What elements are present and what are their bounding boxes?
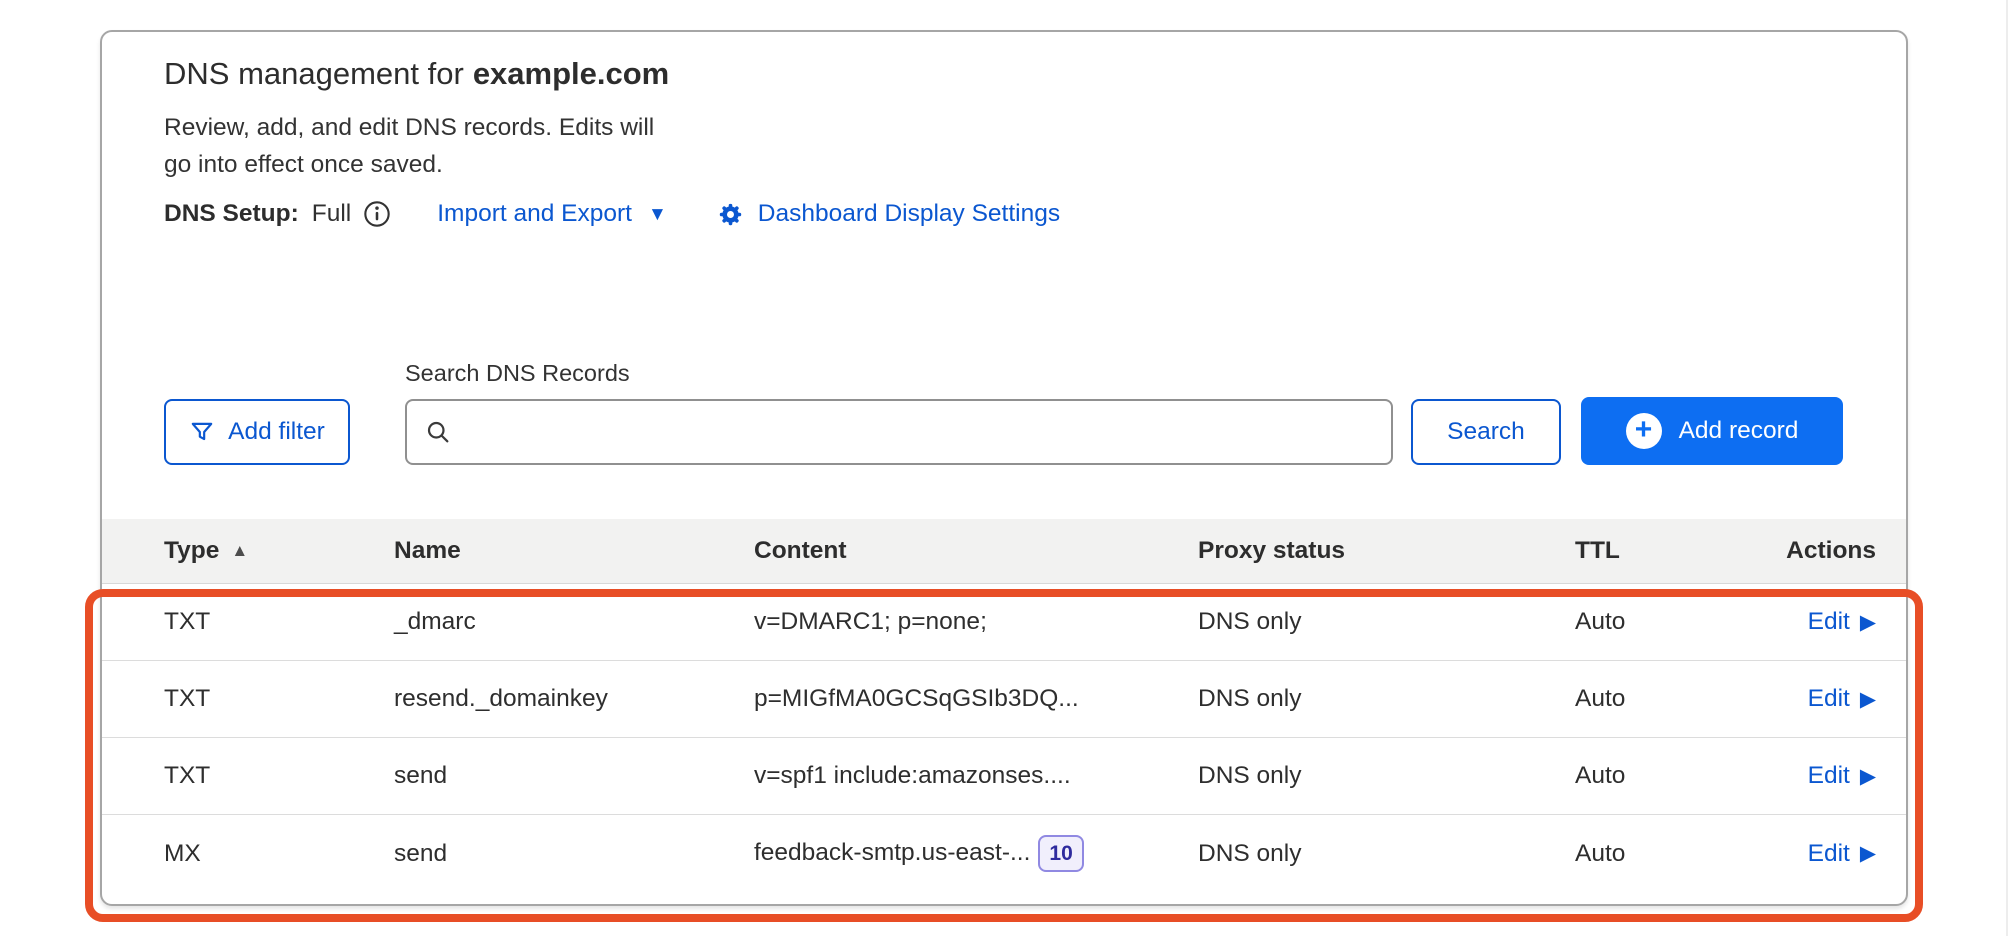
- edit-link[interactable]: Edit ▶: [1808, 608, 1876, 636]
- cell-type: TXT: [164, 762, 394, 790]
- dns-setup-label: DNS Setup:: [164, 200, 299, 228]
- cell-ttl: Auto: [1575, 608, 1765, 636]
- dns-setup-row: DNS Setup: Full Import and Export ▼: [164, 200, 1844, 228]
- cell-content: feedback-smtp.us-east-... 10: [754, 835, 1198, 872]
- cell-actions: Edit ▶: [1808, 762, 1876, 790]
- cell-ttl: Auto: [1575, 840, 1765, 868]
- table-header-row: Type ▲ Name Content Proxy status TTL Act…: [102, 519, 1906, 584]
- edit-arrow-icon: ▶: [1860, 689, 1876, 710]
- cell-proxy-status: DNS only: [1198, 840, 1575, 868]
- add-filter-label: Add filter: [228, 418, 325, 446]
- right-edge-line: [2006, 0, 2008, 936]
- header-proxy-status: Proxy status: [1198, 537, 1575, 565]
- info-icon[interactable]: [363, 200, 391, 228]
- cell-actions: Edit ▶: [1808, 685, 1876, 713]
- page-description: Review, add, and edit DNS records. Edits…: [164, 109, 1844, 183]
- import-export-label: Import and Export: [437, 200, 632, 228]
- edit-arrow-icon: ▶: [1860, 766, 1876, 787]
- page-title: DNS management for example.com: [164, 56, 1844, 92]
- page-title-domain: example.com: [473, 56, 669, 91]
- cell-actions: Edit ▶: [1808, 608, 1876, 636]
- cell-proxy-status: DNS only: [1198, 762, 1575, 790]
- gear-icon: [717, 201, 744, 228]
- edit-link[interactable]: Edit ▶: [1808, 840, 1876, 868]
- plus-icon: +: [1626, 413, 1662, 449]
- dns-records-table: Type ▲ Name Content Proxy status TTL Act…: [102, 519, 1906, 892]
- filter-icon: [189, 419, 215, 445]
- edit-link[interactable]: Edit ▶: [1808, 685, 1876, 713]
- dns-management-page: DNS management for example.com Review, ad…: [0, 0, 2012, 936]
- cell-content: v=spf1 include:amazonses....: [754, 762, 1198, 790]
- dashboard-display-settings-link[interactable]: Dashboard Display Settings: [717, 200, 1060, 228]
- cell-type: MX: [164, 840, 394, 868]
- dashboard-display-settings-label: Dashboard Display Settings: [758, 200, 1060, 228]
- cell-name: send: [394, 762, 754, 790]
- cell-ttl: Auto: [1575, 685, 1765, 713]
- add-record-button[interactable]: + Add record: [1581, 397, 1843, 465]
- header-name: Name: [394, 537, 754, 565]
- table-row: TXT _dmarc v=DMARC1; p=none; DNS only Au…: [102, 584, 1906, 661]
- cell-content: v=DMARC1; p=none;: [754, 608, 1198, 636]
- sort-ascending-icon: ▲: [231, 541, 248, 561]
- table-row: MX send feedback-smtp.us-east-... 10 DNS…: [102, 815, 1906, 892]
- search-icon: [424, 418, 452, 451]
- chevron-down-icon: ▼: [648, 205, 667, 224]
- cell-type: TXT: [164, 608, 394, 636]
- add-filter-button[interactable]: Add filter: [164, 399, 350, 465]
- cell-ttl: Auto: [1575, 762, 1765, 790]
- dns-management-card: DNS management for example.com Review, ad…: [100, 30, 1908, 906]
- cell-proxy-status: DNS only: [1198, 685, 1575, 713]
- page-title-text: DNS management for: [164, 56, 464, 91]
- edit-link[interactable]: Edit ▶: [1808, 762, 1876, 790]
- cell-proxy-status: DNS only: [1198, 608, 1575, 636]
- import-export-link[interactable]: Import and Export ▼: [437, 200, 667, 228]
- search-button[interactable]: Search: [1411, 399, 1561, 465]
- cell-content: p=MIGfMA0GCSqGSIb3DQ...: [754, 685, 1198, 713]
- header-type[interactable]: Type ▲: [164, 537, 394, 565]
- search-box: [405, 399, 1393, 465]
- table-row: TXT resend._domainkey p=MIGfMA0GCSqGSIb3…: [102, 661, 1906, 738]
- dns-setup-value: Full: [312, 200, 351, 228]
- header-ttl: TTL: [1575, 537, 1765, 565]
- edit-arrow-icon: ▶: [1860, 843, 1876, 864]
- cell-name: _dmarc: [394, 608, 754, 636]
- table-row: TXT send v=spf1 include:amazonses.... DN…: [102, 738, 1906, 815]
- records-toolbar: Add filter Search DNS Records: [164, 360, 1844, 465]
- edit-arrow-icon: ▶: [1860, 612, 1876, 633]
- search-input[interactable]: [405, 399, 1393, 465]
- search-button-label: Search: [1447, 418, 1525, 446]
- cell-type: TXT: [164, 685, 394, 713]
- header-actions: Actions: [1786, 537, 1876, 565]
- search-group: Search DNS Records: [405, 360, 1393, 465]
- search-records-label: Search DNS Records: [405, 360, 1393, 387]
- page-description-line: Review, add, and edit DNS records. Edits…: [164, 109, 1844, 146]
- cell-name: send: [394, 840, 754, 868]
- cell-content-text: feedback-smtp.us-east-...: [754, 839, 1030, 867]
- header-content: Content: [754, 537, 1198, 565]
- page-description-line: go into effect once saved.: [164, 146, 1844, 183]
- priority-badge: 10: [1038, 835, 1083, 872]
- cell-name: resend._domainkey: [394, 685, 754, 713]
- cell-actions: Edit ▶: [1808, 840, 1876, 868]
- add-record-label: Add record: [1679, 417, 1799, 445]
